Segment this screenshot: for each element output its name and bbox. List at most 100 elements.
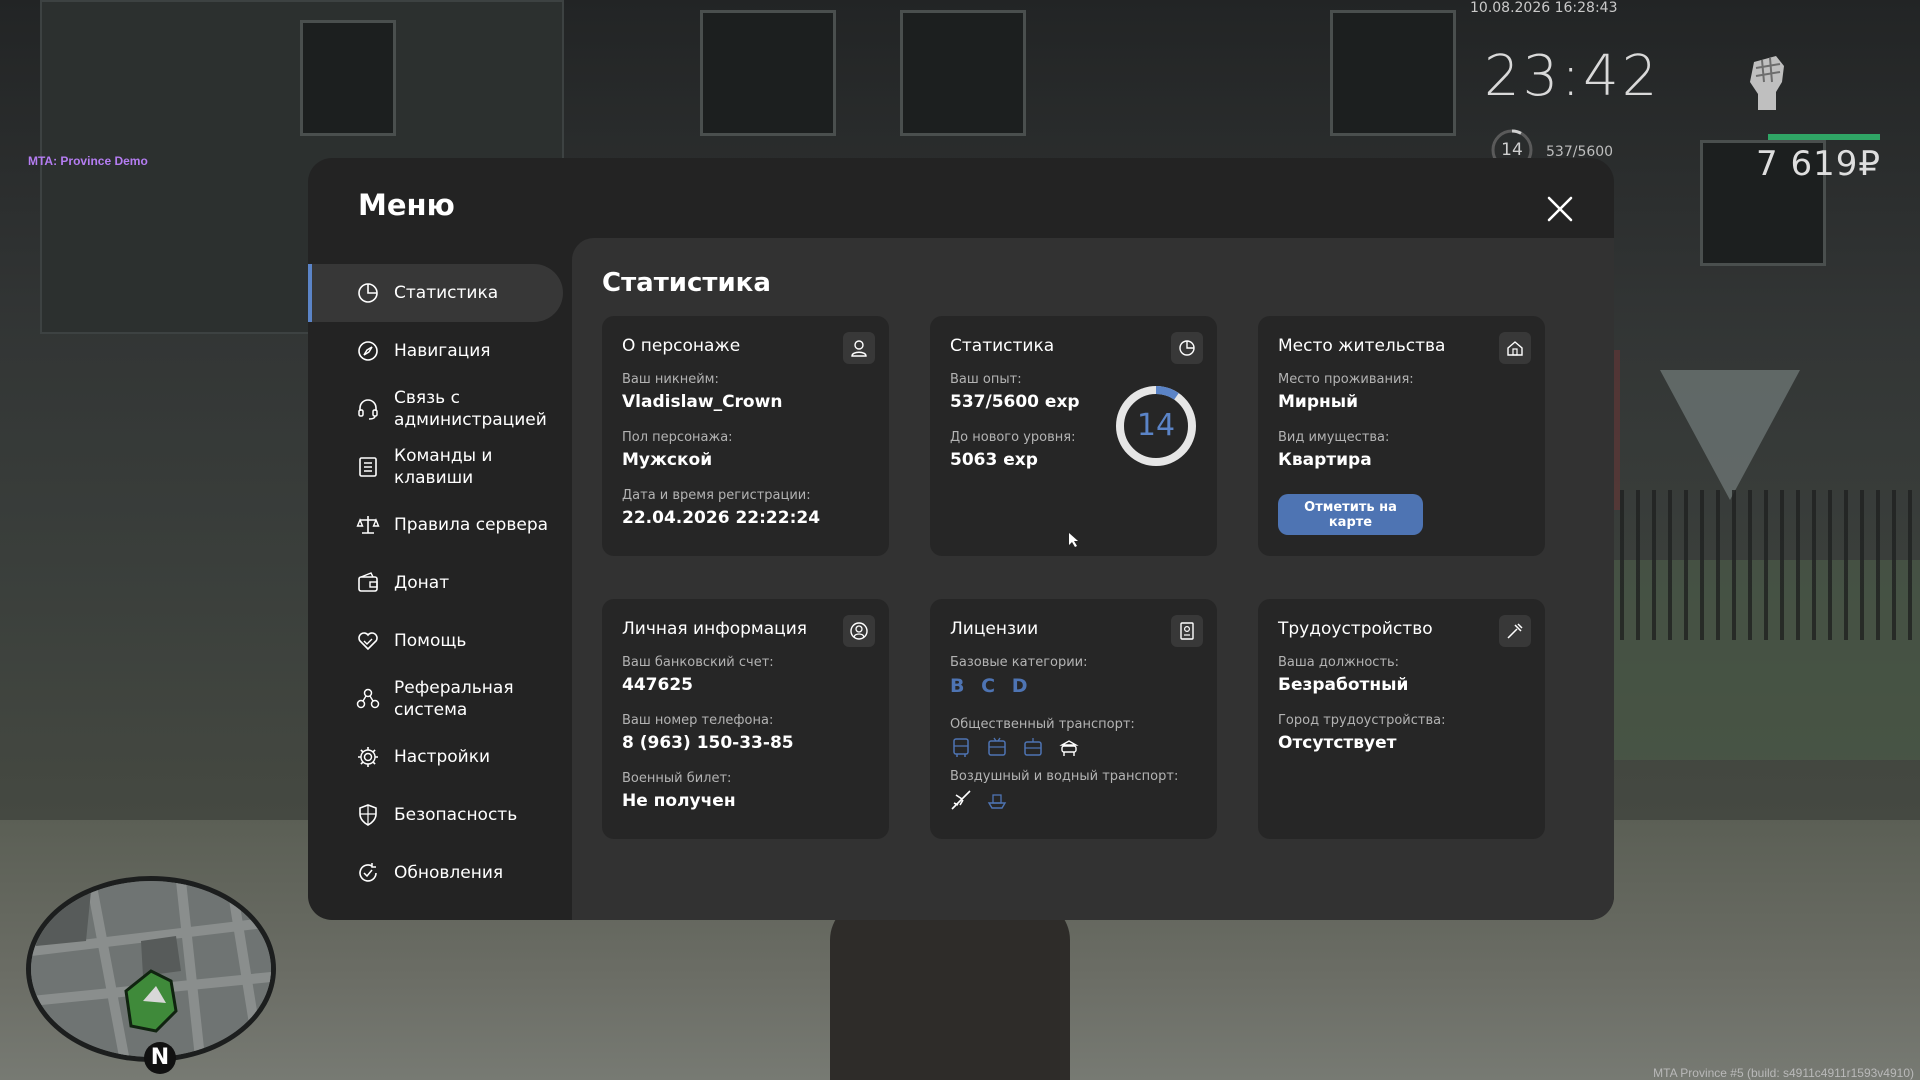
next-level-label: До нового уровня: — [950, 430, 1076, 445]
position-value: Безработный — [1278, 675, 1409, 695]
military-label: Военный билет: — [622, 771, 732, 786]
mark-on-map-button[interactable]: Отметить на карте — [1278, 494, 1423, 535]
nav-label: Реферальная система — [394, 678, 514, 720]
hud-money: 7 619₽ — [1756, 144, 1881, 184]
nav-item-updates[interactable]: Обновления — [308, 844, 563, 902]
public-transport-icons — [950, 737, 1080, 759]
property-label: Вид имущества: — [1278, 430, 1390, 445]
boat-icon — [987, 794, 1007, 809]
nav-item-contact-admin[interactable]: Связь с администрацией — [308, 380, 563, 438]
refresh-check-icon — [359, 863, 377, 882]
card-title: Трудоустройство — [1278, 619, 1433, 639]
level-number: 14 — [1136, 408, 1176, 443]
nav-item-commands[interactable]: Команды и клавиши — [308, 438, 563, 496]
nav-item-statistics[interactable]: Статистика — [308, 264, 563, 322]
nav-item-security[interactable]: Безопасность — [308, 786, 563, 844]
card-title: Личная информация — [622, 619, 808, 639]
nav-label: Команды и клавиши — [394, 446, 493, 488]
gender-label: Пол персонажа: — [622, 430, 733, 445]
wallet-icon — [358, 572, 378, 592]
menu-window: Меню Статистика Навигация Связь с админи… — [308, 158, 1614, 920]
nav-item-settings[interactable]: Настройки — [308, 728, 563, 786]
pie-chart-icon — [358, 283, 378, 303]
gender-value: Мужской — [622, 450, 713, 470]
card-icon-wrap — [843, 615, 875, 647]
nav-label: Помощь — [394, 631, 467, 651]
license-categories: B C D — [950, 675, 1037, 697]
referral-icon — [356, 688, 380, 709]
building-window — [700, 10, 836, 136]
nav-label: Навигация — [394, 341, 491, 361]
military-value: Не получен — [622, 791, 736, 811]
exp-value: 537/5600 exp — [950, 392, 1080, 412]
house-roof — [1660, 370, 1800, 500]
build-info: MTA Province #5 (build: s4911c4911r1593v… — [1653, 1066, 1914, 1080]
hud-datetime: 10.08.2026 16:28:43 — [1470, 0, 1618, 16]
tram-icon — [1024, 738, 1042, 756]
mouse-cursor — [1069, 533, 1078, 547]
card-icon-wrap — [843, 332, 875, 364]
minimap[interactable] — [26, 876, 276, 1062]
property-value: Квартира — [1278, 450, 1372, 470]
card-title: Статистика — [950, 336, 1055, 356]
next-level-value: 5063 exp — [950, 450, 1038, 470]
menu-title: Меню — [358, 188, 455, 222]
compass-icon — [358, 341, 378, 361]
nav-item-navigation[interactable]: Навигация — [308, 322, 563, 380]
taxi-icon — [1059, 740, 1079, 756]
nav-item-rules[interactable]: Правила сервера — [308, 496, 563, 554]
card-title: Лицензии — [950, 619, 1039, 639]
nav-label: Донат — [394, 573, 450, 593]
card-icon-wrap — [1499, 615, 1531, 647]
user-icon — [851, 340, 867, 357]
content-title: Статистика — [602, 268, 771, 298]
registration-label: Дата и время регистрации: — [622, 488, 811, 503]
pie-chart-icon — [1179, 340, 1195, 356]
residence-place-value: Мирный — [1278, 392, 1359, 412]
card-residence: Место жительства Место проживания: Мирны… — [1258, 316, 1545, 556]
card-licenses: Лицензии Базовые категории: B C D Общест… — [930, 599, 1217, 839]
nav-item-referral[interactable]: Реферальная система — [308, 670, 563, 728]
phone-label: Ваш номер телефона: — [622, 713, 774, 728]
license-icon — [1180, 622, 1194, 640]
nav-item-donate[interactable]: Донат — [308, 554, 563, 612]
air-water-transport-icons — [950, 789, 1008, 811]
card-icon-wrap — [1171, 332, 1203, 364]
heart-hands-icon — [358, 632, 378, 651]
nav-label: Безопасность — [394, 805, 518, 825]
nav-label: Связь с администрацией — [394, 388, 547, 430]
house-icon — [1507, 341, 1523, 356]
hud-clock: 23:42 — [1484, 44, 1661, 109]
license-category: D — [1011, 675, 1028, 697]
position-label: Ваша должность: — [1278, 655, 1400, 670]
headset-icon — [358, 399, 378, 420]
employment-city-value: Отсутствует — [1278, 733, 1397, 753]
license-category: B — [950, 675, 965, 697]
phone-value: 8 (963) 150-33-85 — [622, 733, 794, 753]
card-statistics: Статистика Ваш опыт: 537/5600 exp До нов… — [930, 316, 1217, 556]
bus-icon — [953, 738, 969, 757]
building-window — [1330, 10, 1456, 136]
close-icon[interactable] — [1545, 194, 1575, 224]
shield-icon — [359, 804, 377, 826]
bank-label: Ваш банковский счет: — [622, 655, 774, 670]
card-character: О персонаже Ваш никнейм: Vladislaw_Crown… — [602, 316, 889, 556]
building-window — [300, 20, 396, 136]
nav-label: Настройки — [394, 747, 491, 767]
user-circle-icon — [850, 622, 868, 640]
nav-label: Правила сервера — [394, 515, 549, 535]
air-water-transport-label: Воздушный и водный транспорт: — [950, 769, 1179, 784]
nav-label: Обновления — [394, 863, 504, 883]
gear-icon — [358, 747, 378, 767]
scales-icon — [356, 516, 380, 534]
card-title: Место жительства — [1278, 336, 1446, 356]
nickname-label: Ваш никнейм: — [622, 372, 719, 387]
nav-label: Статистика — [394, 283, 499, 303]
card-icon-wrap — [1171, 615, 1203, 647]
trolleybus-icon — [988, 737, 1006, 756]
exp-label: Ваш опыт: — [950, 372, 1022, 387]
hammer-icon — [1507, 623, 1523, 639]
nav-item-help[interactable]: Помощь — [308, 612, 563, 670]
fist-icon — [1750, 56, 1784, 110]
document-list-icon — [359, 457, 377, 477]
